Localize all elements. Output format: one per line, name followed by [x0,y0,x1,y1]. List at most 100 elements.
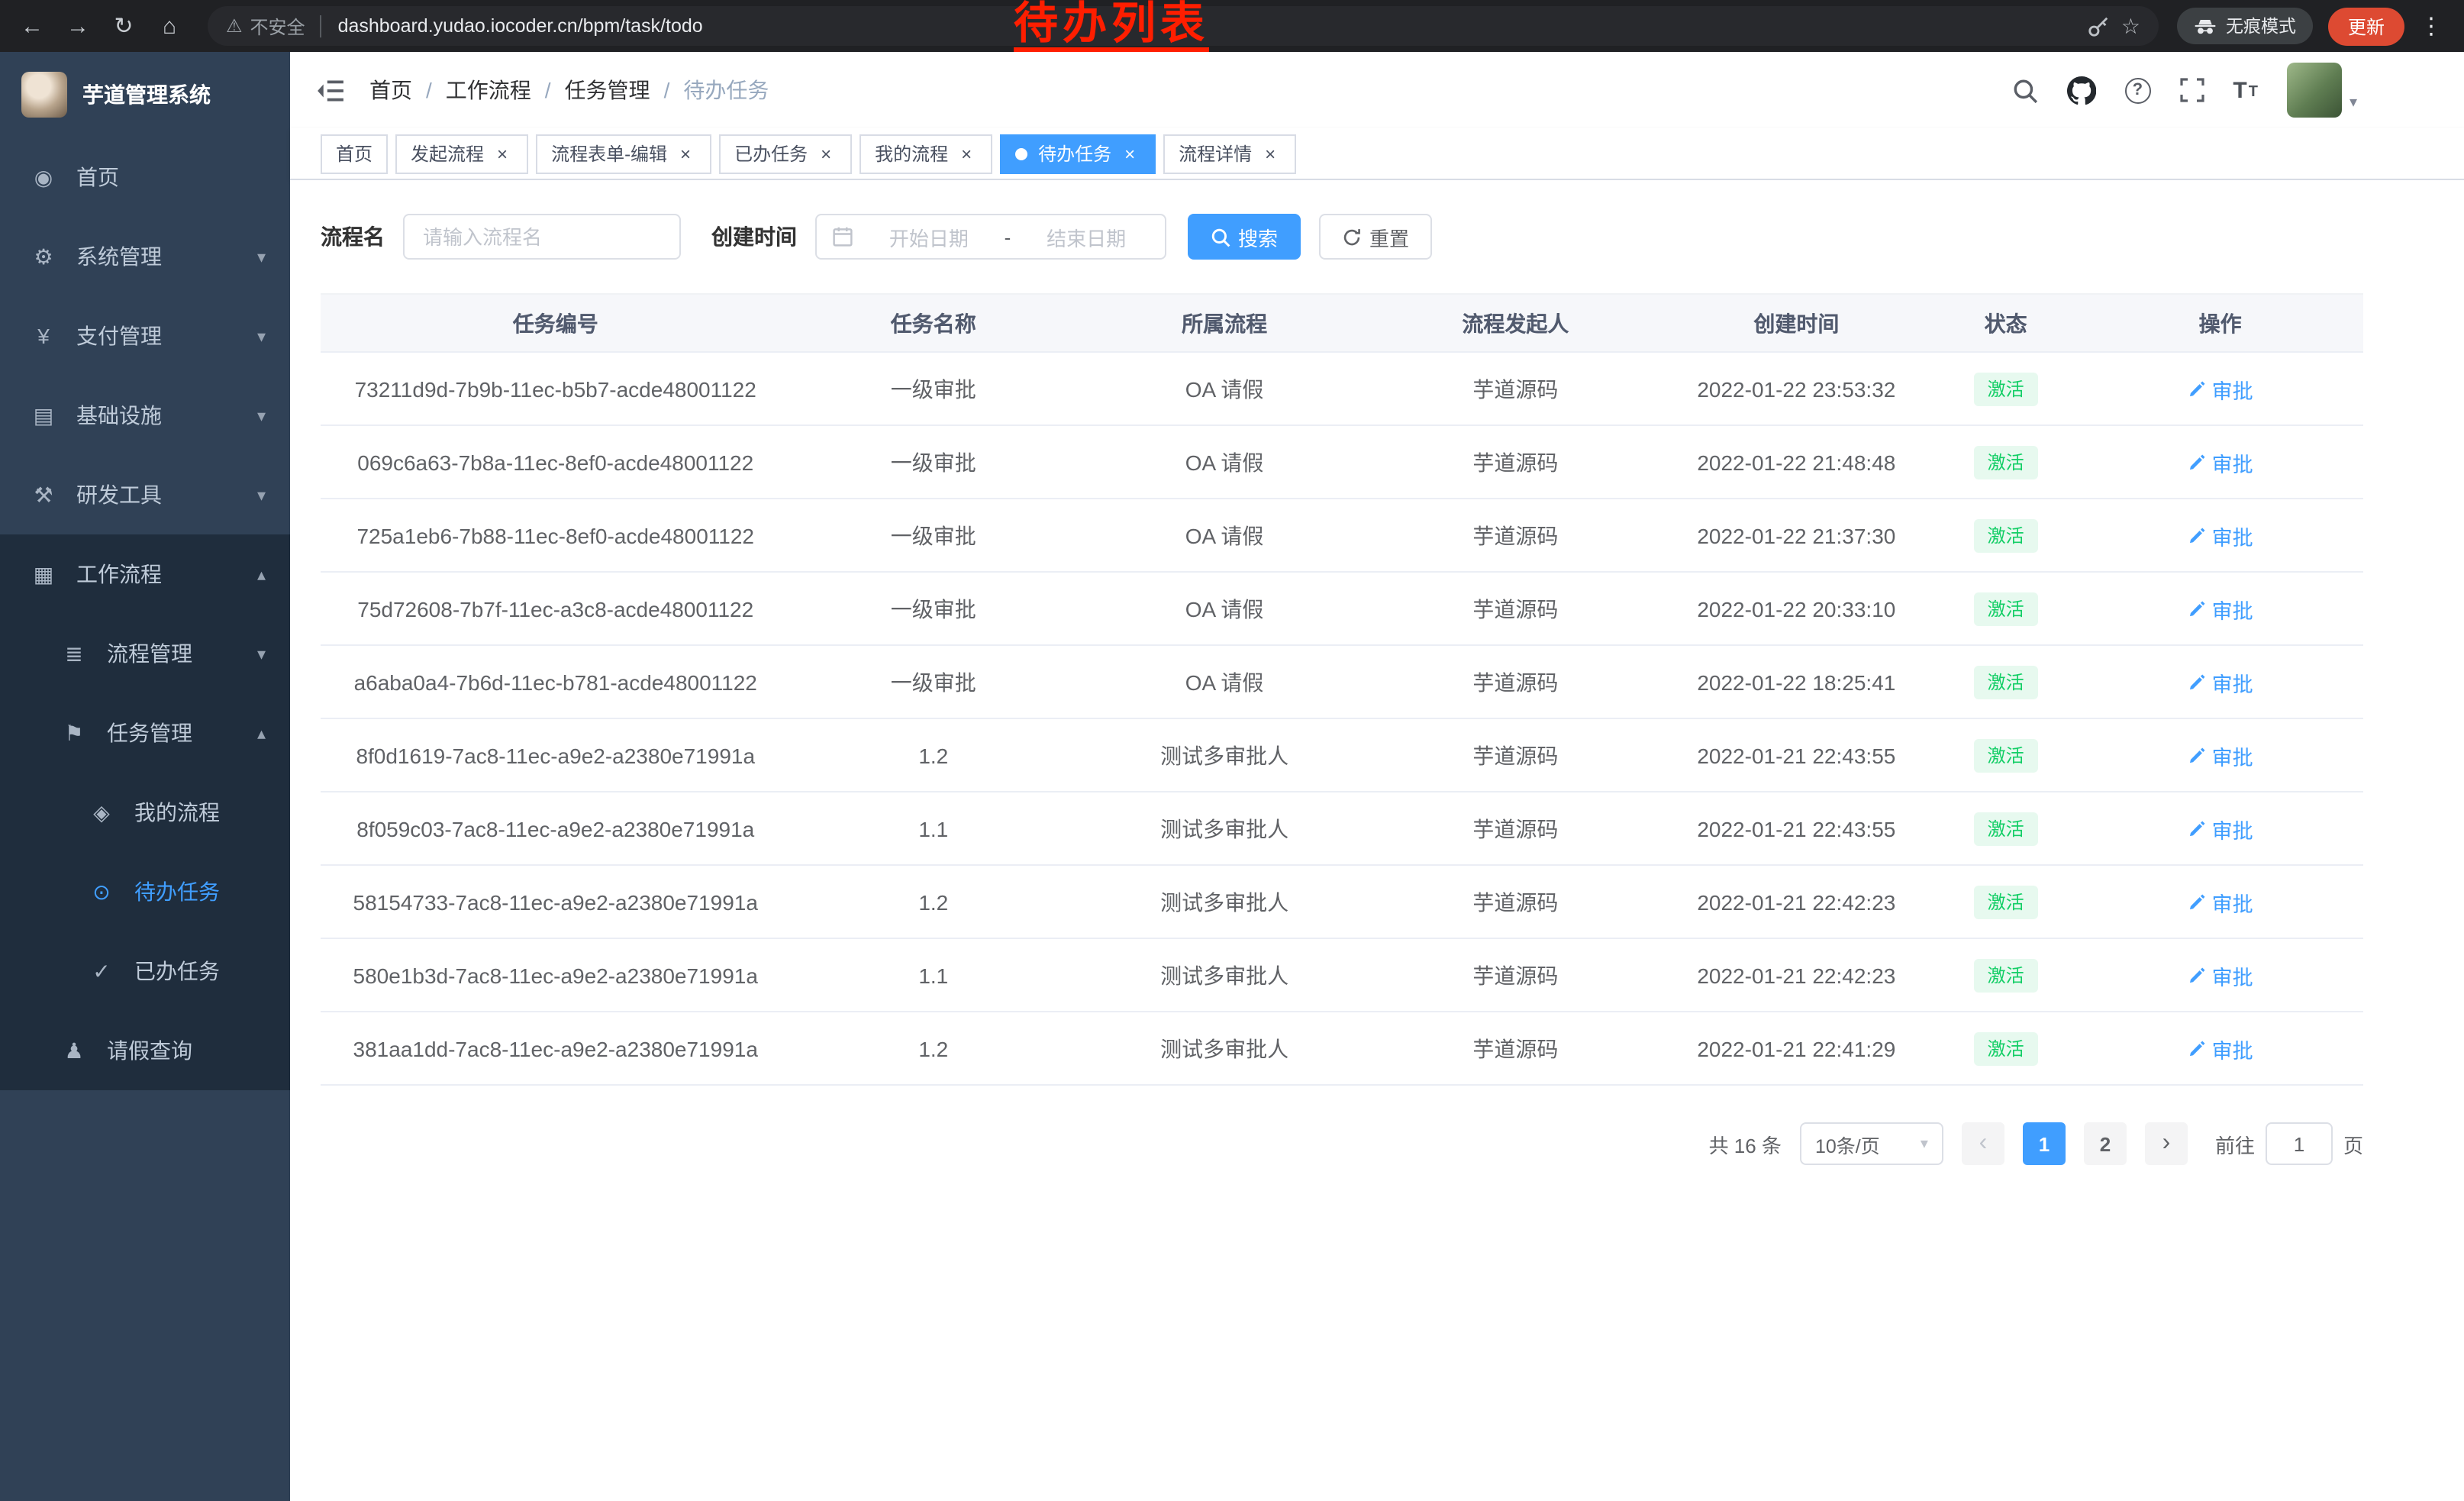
next-page-button[interactable]: › [2145,1122,2188,1165]
address-bar[interactable]: ⚠ 不安全 │ dashboard.yudao.iocoder.cn/bpm/t… [208,6,2159,46]
tab-close-icon[interactable]: × [1119,143,1140,164]
approve-button[interactable]: 审批 [2188,373,2253,404]
approve-button[interactable]: 审批 [2188,520,2253,550]
sidebar-item-label: 支付管理 [76,321,162,351]
sidebar-item-system[interactable]: ⚙ 系统管理 ▾ [0,217,290,296]
task-action-cell: 审批 [2077,645,2363,718]
task-initiator-cell: 芋道源码 [1372,718,1659,792]
url-text: dashboard.yudao.iocoder.cn/bpm/task/todo [338,15,703,37]
prev-page-button[interactable]: ‹ [1962,1122,2004,1165]
status-badge: 激活 [1974,372,2038,405]
sidebar-item-label: 系统管理 [76,241,162,272]
sidebar-item-task-management[interactable]: ⚑ 任务管理 ▴ [0,693,290,773]
tab-form-edit[interactable]: 流程表单-编辑 × [536,134,711,173]
sidebar-toggle-icon[interactable] [313,73,347,107]
breadcrumb-item[interactable]: 待办任务 [683,75,769,105]
task-name-cell: 1.2 [790,1012,1076,1085]
table-header-row: 任务编号 任务名称 所属流程 流程发起人 创建时间 状态 [321,294,2363,352]
sidebar-item-home[interactable]: ◉ 首页 [0,137,290,217]
tools-icon: ⚒ [31,482,56,508]
user-avatar[interactable] [2287,63,2342,118]
tab-close-icon[interactable]: × [492,143,513,164]
reset-button[interactable]: 重置 [1319,214,1432,260]
update-button[interactable]: 更新 [2328,7,2404,45]
approve-button[interactable]: 审批 [2188,960,2253,990]
status-badge: 激活 [1974,518,2038,552]
help-icon[interactable]: ? [2124,77,2150,103]
security-warning[interactable]: ⚠ 不安全 [226,13,305,39]
home-button[interactable]: ⌂ [150,6,189,46]
task-id-cell: 8f059c03-7ac8-11ec-a9e2-a2380e71991a [321,792,790,865]
task-initiator-cell: 芋道源码 [1372,572,1659,645]
search-icon[interactable] [2011,77,2037,103]
browser-window: ← → ↻ ⌂ ⚠ 不安全 │ dashboard.yudao.iocoder.… [0,0,2464,1501]
approve-button[interactable]: 审批 [2188,667,2253,697]
chevron-icon: ▴ [257,723,266,743]
breadcrumb-separator: / [426,78,432,102]
task-status-cell: 激活 [1934,352,2077,425]
sidebar-item-process-management[interactable]: ≣ 流程管理 ▾ [0,614,290,693]
breadcrumb-item[interactable]: 任务管理 [565,75,650,105]
approve-button[interactable]: 审批 [2188,740,2253,770]
chevron-icon: ▾ [257,405,266,425]
tab-done-task[interactable]: 已办任务 × [719,134,852,173]
github-icon[interactable] [2066,76,2095,105]
approve-button[interactable]: 审批 [2188,447,2253,477]
process-name-input[interactable] [403,214,681,260]
approve-button[interactable]: 审批 [2188,593,2253,624]
sidebar-item-devtools[interactable]: ⚒ 研发工具 ▾ [0,455,290,534]
pagination: 共 16 条 10条/页 ▾ ‹ 1 2 › 前往 页 [321,1122,2363,1165]
sidebar-item-label: 研发工具 [76,479,162,510]
approve-button[interactable]: 审批 [2188,813,2253,844]
user-menu[interactable]: ▾ [2287,63,2357,118]
page-number-button[interactable]: 1 [2023,1122,2066,1165]
tab-close-icon[interactable]: × [1259,143,1281,164]
task-process-cell: OA 请假 [1076,572,1372,645]
approve-button[interactable]: 审批 [2188,1033,2253,1064]
sidebar-item-done-task[interactable]: ✓ 已办任务 [0,931,290,1011]
tab-close-icon[interactable]: × [675,143,696,164]
sidebar-item-payment[interactable]: ¥ 支付管理 ▾ [0,296,290,376]
search-button[interactable]: 搜索 [1188,214,1301,260]
tab-process-detail[interactable]: 流程详情 × [1163,134,1296,173]
breadcrumb-item[interactable]: 首页 [369,75,412,105]
sidebar-item-todo-task[interactable]: ⊙ 待办任务 [0,852,290,931]
tab-close-icon[interactable]: × [956,143,977,164]
sidebar-item-infrastructure[interactable]: ▤ 基础设施 ▾ [0,376,290,455]
page-number-button[interactable]: 2 [2084,1122,2127,1165]
sidebar-item-my-process[interactable]: ◈ 我的流程 [0,773,290,852]
incognito-badge: 无痕模式 [2177,8,2313,44]
bookmark-star-icon[interactable]: ☆ [2121,13,2140,39]
reload-button[interactable]: ↻ [104,6,144,46]
sidebar-item-leave-query[interactable]: ♟ 请假查询 [0,1011,290,1090]
sidebar-item-workflow[interactable]: ▦ 工作流程 ▴ [0,534,290,614]
forward-button[interactable]: → [58,6,98,46]
task-created-cell: 2022-01-21 22:41:29 [1659,1012,1934,1085]
task-name-cell: 1.1 [790,938,1076,1012]
back-button[interactable]: ← [12,6,52,46]
logo[interactable]: 芋道管理系统 [0,52,290,137]
tab-todo-task[interactable]: 待办任务 × [1000,134,1156,173]
yen-icon: ¥ [31,324,56,348]
goto-page-input[interactable] [2266,1122,2333,1165]
task-action-cell: 审批 [2077,499,2363,572]
task-id-cell: 8f0d1619-7ac8-11ec-a9e2-a2380e71991a [321,718,790,792]
date-range-picker[interactable]: 开始日期 - 结束日期 [815,214,1166,260]
task-initiator-cell: 芋道源码 [1372,499,1659,572]
url-divider: │ [316,15,327,37]
range-separator: - [1005,225,1011,248]
font-size-icon[interactable]: TT [2233,79,2258,102]
page-size-select[interactable]: 10条/页 ▾ [1800,1122,1943,1165]
approve-button[interactable]: 审批 [2188,886,2253,917]
browser-menu-icon[interactable]: ⋮ [2411,12,2452,40]
chevron-icon: ▾ [257,247,266,266]
tab-close-icon[interactable]: × [815,143,837,164]
password-key-icon[interactable] [2088,15,2111,37]
fullscreen-icon[interactable] [2179,78,2204,102]
status-badge: 激活 [1974,1031,2038,1065]
sidebar-item-label: 任务管理 [107,718,192,748]
tab-initiate-process[interactable]: 发起流程 × [395,134,528,173]
tab-my-process[interactable]: 我的流程 × [859,134,992,173]
tab-home[interactable]: 首页 [321,134,388,173]
breadcrumb-item[interactable]: 工作流程 [446,75,531,105]
